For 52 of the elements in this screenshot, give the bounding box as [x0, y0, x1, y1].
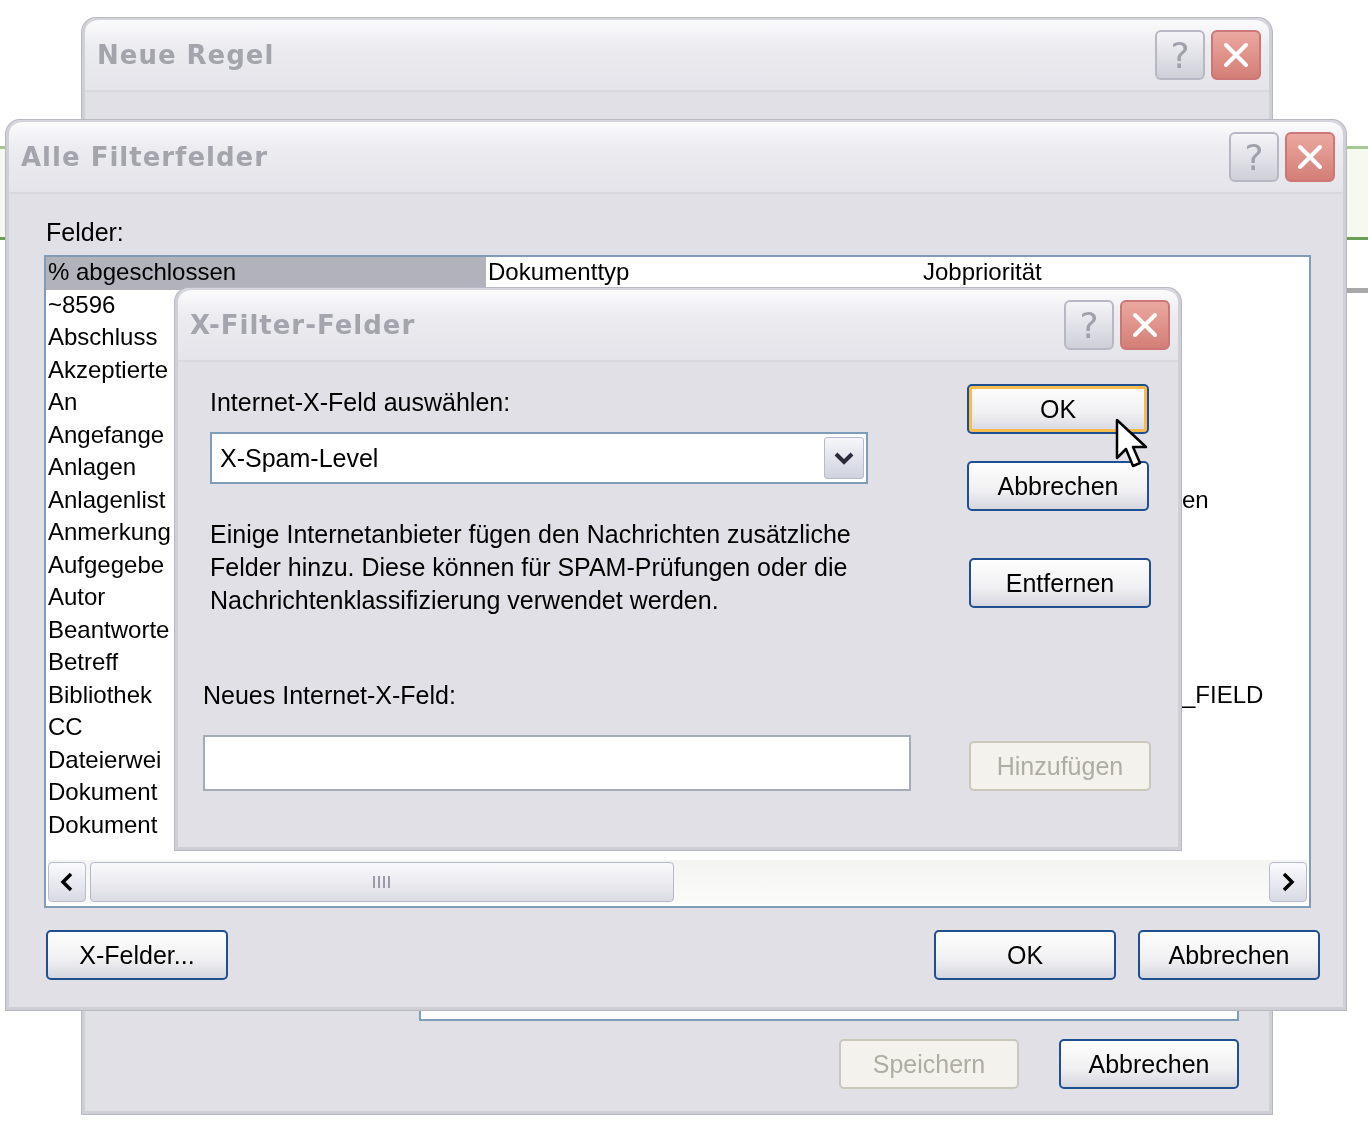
list-item[interactable]: Anlagen [46, 452, 137, 485]
label: Neues Internet-X-Feld: [203, 680, 457, 711]
list-item[interactable]: Bibliothek [46, 679, 153, 712]
list-item[interactable]: Anmerkung [46, 517, 171, 550]
list-item[interactable]: Aufgegebe [46, 549, 165, 582]
chevron-down-icon [833, 451, 855, 465]
button[interactable]: X-Felder... [46, 930, 228, 980]
list-item[interactable]: CC [46, 712, 83, 745]
button[interactable]: Entfernen [969, 558, 1151, 608]
list-item[interactable]: Dokument [46, 809, 158, 842]
window-title: X-Filter-Felder [190, 310, 417, 340]
close-icon [1295, 142, 1325, 172]
window-title: Alle Filterfelder [21, 142, 270, 172]
close-icon [1130, 310, 1160, 340]
list-item[interactable]: An [46, 387, 78, 420]
list-item[interactable]: Betreff [46, 647, 119, 680]
dropdown-field[interactable]: X-Spam-Level [210, 432, 868, 484]
button[interactable]: OK [967, 384, 1149, 434]
list-item[interactable]: Beantworte [46, 614, 170, 647]
close-button[interactable] [1211, 30, 1261, 80]
grip-icon [372, 875, 392, 889]
scroll-right-button[interactable] [1269, 862, 1307, 902]
list-item[interactable]: Autor [46, 582, 106, 615]
chevron-left-icon [59, 872, 75, 892]
chevron-right-icon [1280, 872, 1296, 892]
close-button[interactable] [1120, 300, 1170, 350]
button[interactable]: Abbrechen [967, 461, 1149, 511]
list-item[interactable]: ~8596 [46, 289, 116, 322]
label: Internet-X-Feld auswählen: [210, 387, 512, 418]
list-item[interactable]: Abschluss [46, 322, 158, 355]
list-item[interactable]: Dokumenttyp [486, 257, 630, 290]
list-item[interactable]: Anlagenlist [46, 484, 166, 517]
list-item[interactable]: Akzeptierte [46, 354, 169, 387]
button[interactable]: Abbrechen [1138, 930, 1320, 980]
close-icon [1221, 40, 1251, 70]
list-item[interactable]: Dateierwei [46, 744, 162, 777]
scrollbar-thumb[interactable] [90, 862, 674, 902]
dropdown-button[interactable] [824, 437, 864, 479]
window-title: Neue Regel [97, 40, 276, 70]
button[interactable]: Abbrechen [1059, 1039, 1239, 1089]
scroll-left-button[interactable] [48, 862, 86, 902]
list-item[interactable]: Jobpriorität [921, 257, 1042, 290]
label: Felder: [46, 218, 125, 247]
list-item[interactable]: Angefange [46, 419, 165, 452]
button[interactable]: OK [934, 930, 1116, 980]
input-field[interactable] [203, 735, 911, 791]
list-item[interactable]: % abgeschlossen [46, 257, 486, 290]
scrollbar[interactable] [48, 860, 1307, 904]
mouse-cursor-icon [1115, 418, 1149, 470]
close-button[interactable] [1285, 132, 1335, 182]
description-text: Einige Internetanbieter fügen den Nachrichten zusätzliche Felder hinzu. Diese können für SPAM-Prüfungen oder die Nachrichtenklassifizierung verwendet werden. [210, 519, 852, 616]
list-item[interactable]: Dokument [46, 777, 158, 810]
